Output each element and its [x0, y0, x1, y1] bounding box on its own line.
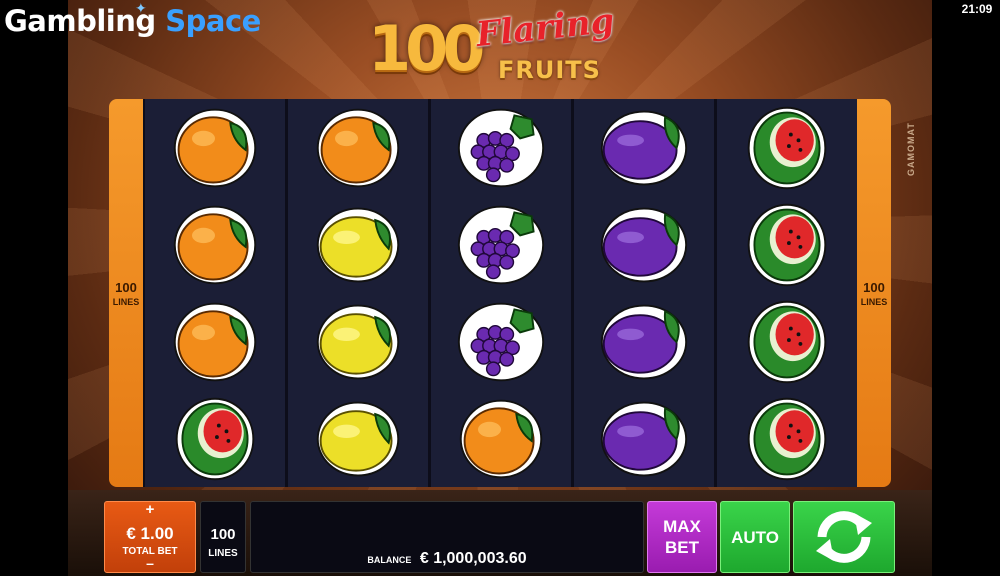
reel-symbol: [574, 196, 714, 293]
bet-decrease-button[interactable]: –: [105, 556, 195, 570]
reel-column: [574, 99, 714, 487]
watermark-logo: Gambling Space ✦: [4, 1, 261, 38]
control-panel: + € 1.00 TOTAL BET – 100 LINES BALANCE €…: [68, 490, 932, 576]
max-bet-line-2: BET: [665, 538, 699, 557]
reel-symbol: [717, 390, 857, 487]
reel-symbol: [431, 196, 571, 293]
max-bet-button[interactable]: MAX BET: [647, 501, 717, 573]
provider-label: GAMOMAT: [906, 122, 916, 176]
reel-symbol: [717, 293, 857, 390]
orange-icon: [316, 108, 400, 187]
lines-indicator-value: 100: [115, 279, 137, 295]
balance-display: BALANCE € 1,000,003.60: [251, 550, 643, 568]
grapes-icon: [457, 108, 545, 187]
lines-indicator-left: 100 LINES: [109, 99, 143, 487]
letterbox-right: [932, 0, 1000, 576]
game-logo: 100 Flaring FRUITS: [368, 0, 638, 88]
lines-indicator-label: LINES: [860, 296, 888, 307]
lines-value: 100: [210, 526, 236, 543]
plum-icon: [600, 207, 688, 282]
status-clock: 21:09: [954, 0, 1000, 18]
autoplay-button[interactable]: AUTO: [720, 501, 790, 573]
lines-display[interactable]: 100 LINES: [200, 501, 246, 573]
watermelon-icon: [175, 397, 255, 480]
reels-grid: [143, 99, 857, 487]
lemon-icon: [316, 401, 400, 476]
reel-symbol: [717, 196, 857, 293]
logo-flaring: Flaring: [474, 0, 617, 56]
spin-arrows-icon: [816, 511, 872, 563]
total-bet-value: € 1.00: [126, 524, 174, 543]
reel-symbol: [288, 293, 428, 390]
reel-symbol: [288, 196, 428, 293]
grapes-icon: [457, 205, 545, 284]
reel-symbol: [431, 99, 571, 196]
balance-label: BALANCE: [367, 555, 412, 565]
watermelon-icon: [747, 203, 827, 286]
watermelon-icon: [747, 106, 827, 189]
reel-symbol: [717, 99, 857, 196]
reel-symbol: [288, 390, 428, 487]
sparkle-icon: ✦: [135, 1, 147, 17]
grapes-icon: [457, 302, 545, 381]
lines-label: LINES: [208, 548, 238, 559]
reel-symbol: [431, 390, 571, 487]
watermelon-icon: [747, 397, 827, 480]
reel-column: [145, 99, 285, 487]
reel-symbol: [145, 196, 285, 293]
reel-column: [717, 99, 857, 487]
reel-column: [288, 99, 428, 487]
lines-indicator-label: LINES: [112, 296, 140, 307]
orange-icon: [459, 399, 543, 478]
logo-number: 100: [368, 12, 485, 85]
plum-icon: [600, 401, 688, 476]
logo-fruits: FRUITS: [498, 56, 601, 84]
watermark-word-2: Space: [165, 4, 261, 38]
reel-symbol: [574, 99, 714, 196]
plum-icon: [600, 304, 688, 379]
lines-indicator-right: 100 LINES: [857, 99, 891, 487]
reel-symbol: [574, 390, 714, 487]
watermark-word-1: Gambling: [4, 4, 156, 38]
max-bet-line-1: MAX: [663, 517, 701, 536]
watermelon-icon: [747, 300, 827, 383]
spin-button[interactable]: [793, 501, 895, 573]
bet-increase-button[interactable]: +: [105, 502, 195, 518]
plum-icon: [600, 110, 688, 185]
info-panel: BALANCE € 1,000,003.60: [250, 501, 644, 573]
reel-symbol: [145, 293, 285, 390]
reel-symbol: [431, 293, 571, 390]
reel-column: [431, 99, 571, 487]
letterbox-left: [0, 0, 68, 576]
balance-value: € 1,000,003.60: [419, 550, 527, 567]
orange-icon: [173, 108, 257, 187]
reel-symbol: [288, 99, 428, 196]
orange-icon: [173, 205, 257, 284]
total-bet-control[interactable]: + € 1.00 TOTAL BET –: [104, 501, 196, 573]
reel-symbol: [145, 99, 285, 196]
lines-indicator-value: 100: [863, 279, 885, 295]
lemon-icon: [316, 207, 400, 282]
game-area: 100 Flaring FRUITS GAMOMAT 100 LINES 100…: [68, 0, 932, 576]
lemon-icon: [316, 304, 400, 379]
reel-symbol: [145, 390, 285, 487]
orange-icon: [173, 302, 257, 381]
reel-symbol: [574, 293, 714, 390]
